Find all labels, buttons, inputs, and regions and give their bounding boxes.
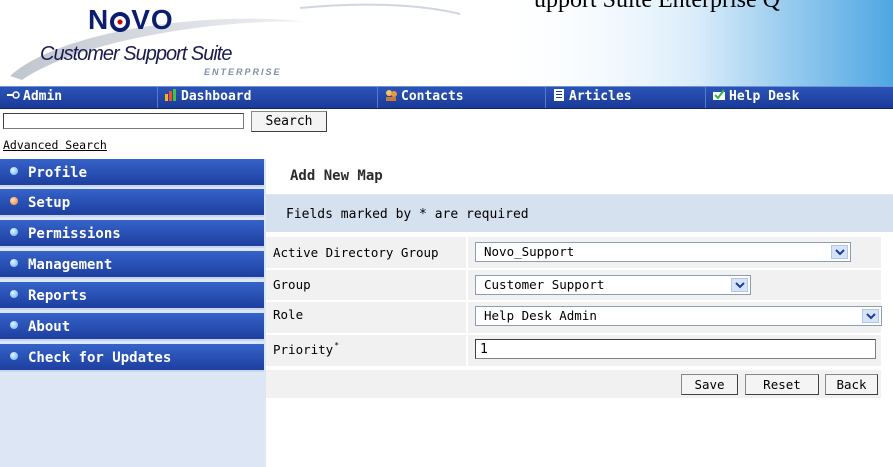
contacts-icon <box>386 90 397 101</box>
sidebar-item-reports[interactable]: Reports <box>0 282 264 310</box>
priority-label: Priority* <box>266 335 466 366</box>
role-label: Role <box>266 302 466 333</box>
sidebar-item-check-for-updates[interactable]: Check for Updates <box>0 344 264 372</box>
sidebar-item-about[interactable]: About <box>0 313 264 341</box>
save-button[interactable]: Save <box>681 374 738 395</box>
logo-o-icon <box>110 12 131 32</box>
articles-icon <box>554 89 564 101</box>
header-title-clipped: upport Suite Enterprise Q <box>534 0 780 13</box>
form-row-priority: Priority* <box>266 335 881 366</box>
page-title: Add New Map <box>290 168 383 184</box>
logo-subtitle: Customer Support Suite <box>40 43 232 65</box>
form-row-role: Role Help Desk Admin <box>266 302 882 333</box>
bullet-icon <box>10 259 18 267</box>
search-button[interactable]: Search <box>251 111 327 132</box>
sidebar-item-permissions[interactable]: Permissions <box>0 220 264 248</box>
chevron-down-icon <box>831 245 848 259</box>
back-button[interactable]: Back <box>825 374 878 395</box>
search-input[interactable] <box>3 113 244 129</box>
required-marker: * <box>334 341 340 350</box>
sidebar-item-management[interactable]: Management <box>0 251 264 279</box>
app-header: N VO Customer Support Suite ENTERPRISE up… <box>0 0 893 86</box>
form-actions: Save Reset Back <box>266 370 881 398</box>
helpdesk-icon <box>713 89 725 100</box>
main-content: Add New Map Fields marked by * are requi… <box>266 159 893 467</box>
key-icon <box>7 91 20 99</box>
group-label: Group <box>266 270 466 300</box>
bullet-icon <box>10 167 18 175</box>
nav-admin[interactable]: Admin <box>0 87 158 108</box>
page-title-bar: Add New Map <box>266 159 893 195</box>
reset-button[interactable]: Reset <box>745 374 819 395</box>
role-select[interactable]: Help Desk Admin <box>475 306 882 326</box>
sidebar: Profile Setup Permissions Management Rep… <box>0 159 266 467</box>
nav-dashboard[interactable]: Dashboard <box>158 87 378 108</box>
sidebar-item-setup[interactable]: Setup <box>0 189 264 217</box>
ad-group-select[interactable]: Novo_Support <box>475 242 851 262</box>
form-row-group: Group Customer Support <box>266 270 881 300</box>
chevron-down-icon <box>862 309 879 323</box>
bullet-icon <box>10 321 18 329</box>
required-note-bar: Fields marked by * are required <box>266 195 893 232</box>
group-select[interactable]: Customer Support <box>475 275 751 295</box>
form-row-ad-group: Active Directory Group Novo_Support <box>266 237 881 268</box>
priority-input[interactable] <box>475 339 876 359</box>
nav-help-desk[interactable]: Help Desk <box>706 87 893 108</box>
bullet-icon <box>10 197 18 205</box>
bullet-icon <box>10 228 18 236</box>
advanced-search-link[interactable]: Advanced Search <box>3 138 107 152</box>
logo-edition: ENTERPRISE <box>204 67 282 77</box>
bullet-icon <box>10 352 18 360</box>
nav-contacts[interactable]: Contacts <box>378 87 546 108</box>
required-note: Fields marked by * are required <box>286 207 529 222</box>
logo: N VO <box>88 4 174 35</box>
sidebar-item-profile[interactable]: Profile <box>0 159 264 187</box>
chart-icon <box>165 89 176 101</box>
ad-group-label: Active Directory Group <box>266 237 466 268</box>
bullet-icon <box>10 290 18 298</box>
chevron-down-icon <box>731 278 748 292</box>
nav-articles[interactable]: Articles <box>546 87 706 108</box>
main-nav: Admin Dashboard Contacts Articles Help D… <box>0 86 893 109</box>
